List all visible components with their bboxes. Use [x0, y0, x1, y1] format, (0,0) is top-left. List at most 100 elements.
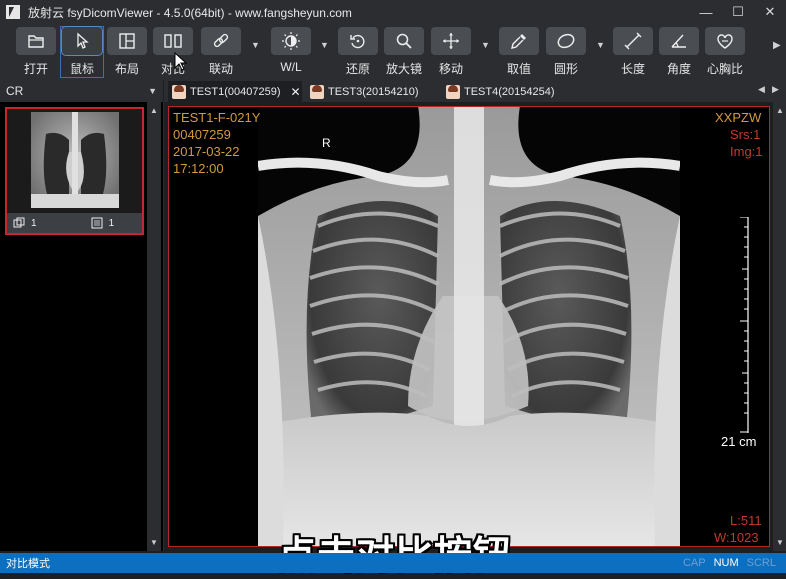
- tab-test3[interactable]: TEST3(20154210): [306, 81, 436, 102]
- tool-link-button[interactable]: 联动: [200, 27, 242, 77]
- tool-reset-label: 还原: [345, 62, 370, 76]
- minimize-button[interactable]: —: [690, 0, 722, 24]
- tool-wl-button[interactable]: W/L: [270, 27, 312, 77]
- series-stack-icon: [13, 217, 25, 228]
- image-viewport[interactable]: TEST1-F-021Y 00407259 2017-03-22 17:12:0…: [168, 106, 770, 547]
- magnifier-icon: [396, 33, 412, 49]
- tab-scroll-left-icon[interactable]: ◀: [758, 84, 765, 95]
- institution-overlay: XXPZW: [715, 110, 762, 125]
- layout-icon: [119, 33, 135, 49]
- tool-pick-value-button[interactable]: 取值: [498, 27, 540, 77]
- move-icon: [443, 33, 459, 49]
- mouse-pointer-icon: [77, 32, 89, 49]
- patient-avatar-icon: [172, 84, 186, 99]
- tab-close-icon[interactable]: ✕: [291, 85, 301, 99]
- scroll-up-icon[interactable]: ▲: [150, 106, 158, 115]
- main-toolbar: 打开 鼠标 布局 对比 联动 ▼ W/L ▼ 还原 放大镜 移动 ▼ 取值 圆形: [0, 24, 786, 80]
- tab-test1[interactable]: TEST1(00407259) ✕: [168, 81, 302, 102]
- tool-ellipse-label: 圆形: [553, 62, 578, 76]
- tool-open-label: 打开: [23, 62, 48, 76]
- eyedropper-icon: [511, 34, 526, 49]
- image-count: 1: [108, 217, 115, 229]
- tool-angle-label: 角度: [666, 62, 691, 76]
- tool-ellipse-button[interactable]: 圆形: [545, 27, 587, 77]
- modality-label: CR: [6, 84, 24, 98]
- title-bar: 放射云 fsyDicomViewer - 4.5.0(64bit) - www.…: [0, 0, 786, 24]
- scroll-down-icon[interactable]: ▼: [776, 538, 784, 547]
- tool-layout-button[interactable]: 布局: [106, 27, 148, 77]
- tool-cardiothoracic-ratio-label: 心胸比: [706, 62, 743, 76]
- tool-length-button[interactable]: 长度: [612, 27, 654, 77]
- tool-reset-button[interactable]: 还原: [337, 27, 379, 77]
- scale-ruler: [740, 217, 749, 433]
- series-panel-scrollbar[interactable]: ▲ ▼: [147, 102, 161, 551]
- angle-icon: [671, 34, 686, 48]
- tool-cardiothoracic-ratio-button[interactable]: 心胸比: [704, 27, 746, 77]
- tool-ellipse-dropdown-icon[interactable]: ▼: [596, 40, 605, 50]
- tool-magnifier-label: 放大镜: [385, 62, 422, 76]
- app-logo-icon: [6, 5, 20, 19]
- tool-move-button[interactable]: 移动: [430, 27, 472, 77]
- patient-avatar-icon: [310, 84, 324, 99]
- tab-test4-label: TEST4(20154254): [464, 85, 555, 98]
- image-number-overlay: Img:1: [730, 144, 763, 159]
- tool-layout-label: 布局: [114, 62, 139, 76]
- status-mode: 对比模式: [6, 558, 50, 570]
- close-button[interactable]: ✕: [754, 0, 786, 24]
- num-lock-indicator: NUM: [713, 557, 739, 569]
- accession-overlay: 00407259: [173, 127, 231, 142]
- window-title: 放射云 fsyDicomViewer - 4.5.0(64bit) - www.…: [28, 5, 352, 20]
- maximize-button[interactable]: ☐: [722, 0, 754, 24]
- tool-mouse-label: 鼠标: [69, 62, 94, 76]
- window-width-overlay: W:1023: [714, 530, 759, 545]
- tab-test4[interactable]: TEST4(20154254): [442, 81, 572, 102]
- ruler-line-icon: [624, 32, 642, 50]
- tool-mouse-button[interactable]: 鼠标: [60, 26, 104, 78]
- study-date-overlay: 2017-03-22: [173, 144, 240, 159]
- keyboard-indicators: CAP NUM SCRL: [683, 557, 776, 569]
- tool-link-dropdown-icon[interactable]: ▼: [251, 40, 260, 50]
- tool-link-label: 联动: [208, 62, 233, 76]
- folder-open-icon: [28, 35, 44, 48]
- tab-test3-label: TEST3(20154210): [328, 85, 419, 98]
- tool-open-button[interactable]: 打开: [15, 27, 57, 77]
- heart-chest-icon: [717, 34, 733, 49]
- viewer-scrollbar[interactable]: ▲ ▼: [773, 102, 786, 551]
- status-bar: 对比模式 CAP NUM SCRL: [0, 553, 786, 573]
- ellipse-icon: [557, 33, 575, 49]
- study-tab-bar: TEST1(00407259) ✕ TEST3(20154210) TEST4(…: [164, 80, 786, 102]
- orientation-marker: R: [322, 136, 331, 150]
- brightness-icon: [282, 32, 300, 50]
- image-count-icon: [91, 217, 103, 229]
- reset-icon: [350, 34, 365, 49]
- series-number-overlay: Srs:1: [730, 127, 761, 142]
- scroll-up-icon[interactable]: ▲: [776, 106, 784, 115]
- thumbnail-xray-image: [31, 112, 119, 208]
- study-time-overlay: 17:12:00: [173, 161, 224, 176]
- series-thumbnail[interactable]: 1 1: [5, 107, 144, 235]
- tool-angle-button[interactable]: 角度: [658, 27, 700, 77]
- series-panel-header: CR ▼: [0, 80, 163, 102]
- scroll-lock-indicator: SCRL: [746, 557, 776, 569]
- scale-label: 21 cm: [721, 434, 757, 449]
- tool-move-dropdown-icon[interactable]: ▼: [481, 40, 490, 50]
- panel-collapse-icon[interactable]: ▼: [148, 86, 157, 96]
- toolbar-overflow-icon[interactable]: ▶: [773, 40, 781, 51]
- tool-wl-label: W/L: [280, 60, 302, 74]
- scroll-down-icon[interactable]: ▼: [150, 538, 158, 547]
- tool-magnifier-button[interactable]: 放大镜: [383, 27, 425, 77]
- window-controls: — ☐ ✕: [690, 0, 786, 24]
- patient-id-overlay: TEST1-F-021Y: [173, 110, 261, 125]
- mouse-cursor-icon: [174, 52, 188, 71]
- caps-lock-indicator: CAP: [682, 557, 706, 569]
- tool-length-label: 长度: [620, 62, 645, 76]
- series-panel: 1 1: [0, 102, 164, 551]
- series-count: 1: [31, 217, 37, 229]
- patient-avatar-icon: [446, 84, 460, 99]
- tool-pick-value-label: 取值: [506, 62, 531, 76]
- link-icon: [213, 33, 229, 48]
- tab-scroll-right-icon[interactable]: ▶: [772, 84, 779, 95]
- tool-wl-dropdown-icon[interactable]: ▼: [320, 40, 329, 50]
- compare-icon: [164, 34, 182, 48]
- thumbnail-footer: 1 1: [7, 213, 142, 233]
